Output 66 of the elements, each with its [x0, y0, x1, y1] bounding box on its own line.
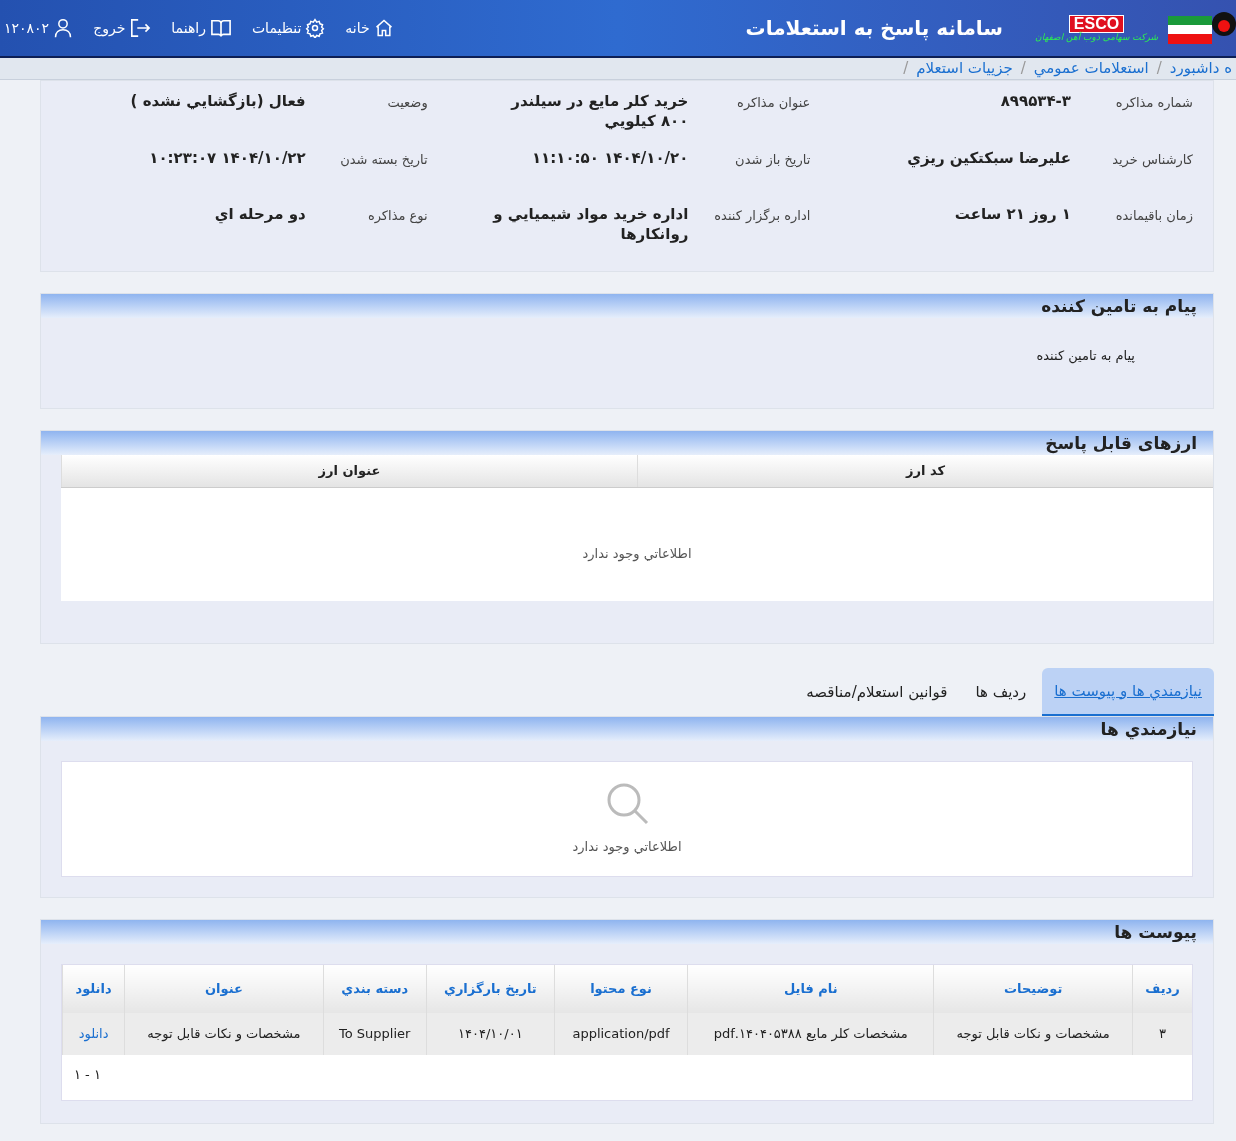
field-label: عنوان مذاكره	[736, 94, 811, 113]
tab[interactable]: رديف ها	[963, 668, 1039, 716]
search-icon	[605, 781, 649, 826]
column-header: نام فايل	[687, 965, 934, 1013]
field-value: ۸۹۹۵۳۴-۳	[999, 91, 1071, 111]
column-header: دانلود	[62, 965, 125, 1013]
company-name: شرکت سهامی ذوب آهن اصفهان	[1035, 32, 1158, 42]
book-icon	[209, 18, 232, 38]
field-label: وضعيت	[386, 94, 428, 113]
breadcrumb-link[interactable]: استعلامات عمومي	[1033, 57, 1149, 80]
nav-link[interactable]: تنظيمات	[251, 17, 326, 39]
breadcrumb-separator: /	[1020, 58, 1026, 80]
field-value: خريد كلر مايع در سيلندر ۸۰۰ كيلويي	[509, 91, 689, 131]
field-value: ۱ روز ۲۱ ساعت	[953, 204, 1071, 225]
panel-heading: پيوست ها	[41, 920, 1213, 944]
field-label: اداره برگزار كننده	[713, 207, 811, 226]
settings-icon	[305, 18, 326, 38]
field-label: زمان باقيمانده	[1114, 207, 1193, 226]
user-icon	[53, 18, 74, 38]
breadcrumb-separator: /	[1156, 58, 1162, 80]
tab[interactable]: نيازمندي ها و پيوست ها	[1042, 668, 1214, 716]
tab[interactable]: قوانين استعلام/مناقصه	[794, 668, 960, 716]
nav-link[interactable]: خانه	[345, 17, 394, 39]
breadcrumb-link[interactable]: جزييات استعلام	[916, 57, 1013, 80]
breadcrumb-link[interactable]: ه داشبورد	[1169, 57, 1232, 80]
field-label: نوع مذاكره	[366, 207, 428, 226]
column-header: رديف	[1132, 965, 1192, 1013]
field-value: ۱۴۰۴/۱۰/۲۰ ۱۱:۱۰:۵۰	[530, 147, 689, 168]
column-header: دسته بندي	[323, 965, 427, 1013]
message-text: پيام به تامين کننده	[1035, 347, 1136, 366]
column-header: عنوان ارز	[61, 455, 637, 487]
table-cell: مشخصات و نكات قابل توجه	[124, 1013, 324, 1055]
column-header: عنوان	[124, 965, 324, 1013]
column-header: كد ارز	[637, 455, 1213, 487]
field-value: فعال (بازگشايي نشده )	[129, 91, 306, 111]
nav-link[interactable]: ۱۲۰۸۰۲	[4, 17, 74, 39]
column-header: نوع محتوا	[554, 965, 688, 1013]
panel-heading: پيام به تامين کننده	[41, 294, 1213, 318]
table-cell: ۳	[1132, 1013, 1192, 1055]
field-label: تاريخ باز شدن	[734, 150, 811, 170]
logout-icon	[129, 18, 152, 38]
field-value: دو مرحله اي	[213, 204, 306, 225]
nav-link[interactable]: خروج	[93, 17, 152, 39]
breadcrumb-separator: /	[903, 58, 909, 80]
field-label: شماره مذاكره	[1114, 94, 1193, 113]
empty-message: اطلاعاتي وجود ندارد	[582, 544, 692, 564]
panel-heading: ارزهای قابل پاسخ	[41, 431, 1213, 455]
table-cell: To Supplier	[323, 1013, 427, 1055]
column-header: توضيحات	[933, 965, 1133, 1013]
column-header: تاريخ بارگزاري	[426, 965, 555, 1013]
home-icon	[373, 18, 394, 38]
nav-link[interactable]: راهنما	[171, 17, 232, 39]
app-title: سامانه پاسخ به استعلامات	[745, 15, 1004, 43]
field-label: تاريخ بسته شدن	[339, 150, 428, 170]
download-link[interactable]: دانلود	[62, 1013, 125, 1055]
table-cell: ۱۴۰۴/۱۰/۰۱	[426, 1013, 555, 1055]
table-cell: application/pdf	[554, 1013, 688, 1055]
table-cell: مشخصات و نكات قابل توجه	[933, 1013, 1133, 1055]
panel-heading: نيازمندي ها	[41, 717, 1213, 741]
empty-message: اطلاعاتي وجود ندارد	[572, 838, 682, 857]
field-value: اداره خريد مواد شيميايي و روانكارها	[491, 204, 689, 245]
field-label: كارشناس خريد	[1111, 150, 1193, 170]
field-value: عليرضا سبكتكين ريزي	[906, 147, 1071, 168]
pager-text: ۱ - ۱	[74, 1066, 101, 1084]
table-cell: مشخصات كلر مايع ۱۴۰۴۰۵۳۸۸.pdf	[687, 1013, 934, 1055]
field-value: ۱۴۰۴/۱۰/۲۲ ۱۰:۲۳:۰۷	[148, 147, 306, 168]
